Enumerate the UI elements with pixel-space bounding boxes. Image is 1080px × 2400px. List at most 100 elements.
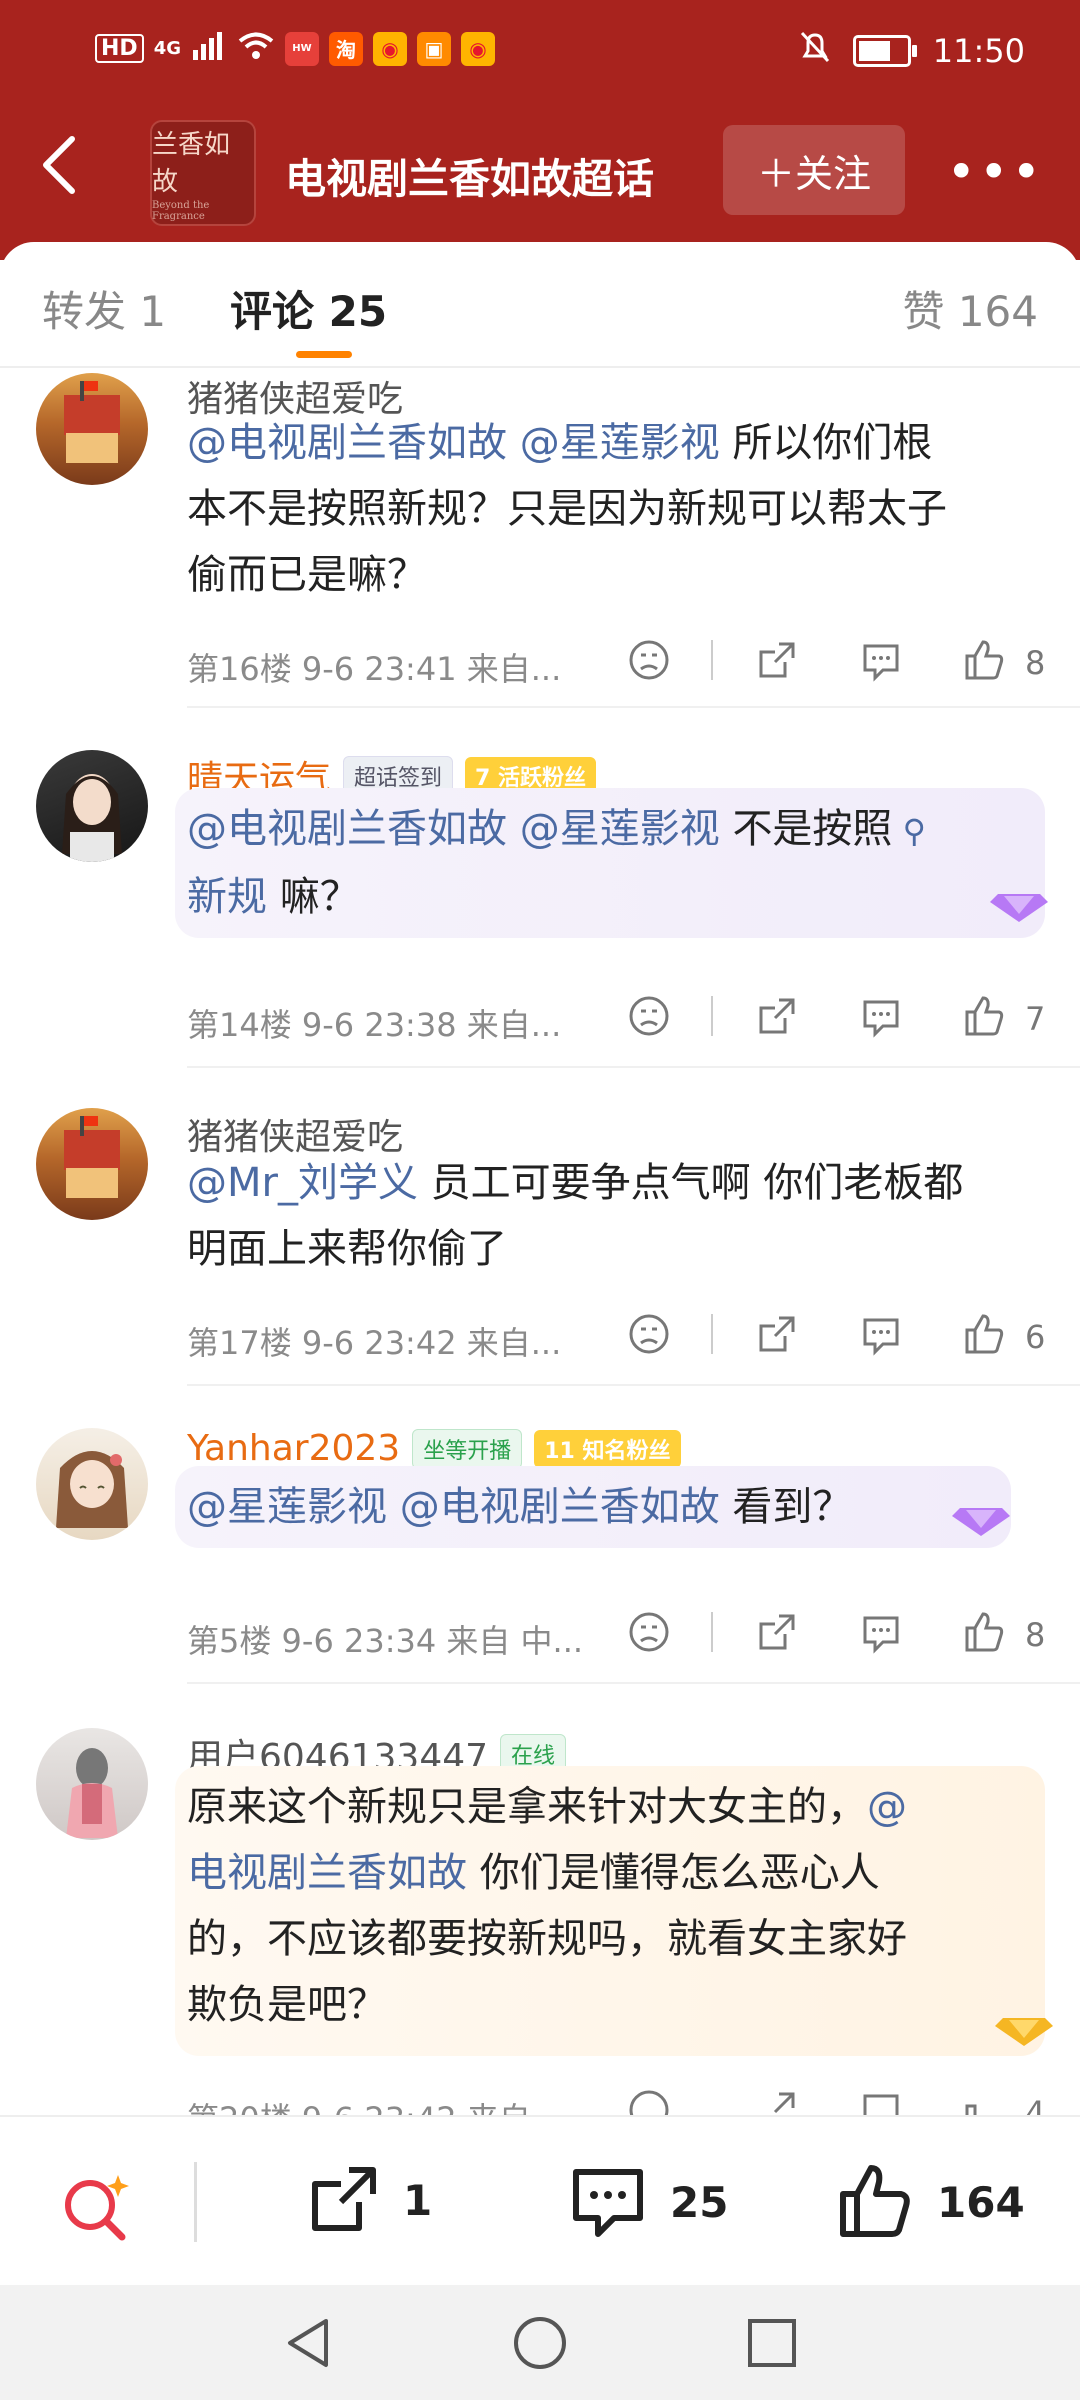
- weibo-icon: ◉: [373, 31, 407, 66]
- dislike-icon[interactable]: [627, 638, 671, 692]
- username[interactable]: Yanhar2023 坐等开播 11 知名粉丝: [187, 1428, 681, 1469]
- search-icon[interactable]: ⚲: [892, 812, 926, 850]
- mention-link[interactable]: @: [867, 1784, 907, 1830]
- tab-repost[interactable]: 转发 1: [42, 278, 166, 339]
- avatar[interactable]: [36, 750, 148, 862]
- nav-home-icon[interactable]: [512, 2315, 568, 2375]
- reply-icon[interactable]: [859, 2088, 903, 2115]
- like-count: 164: [937, 2177, 1025, 2227]
- status-bar: HD 4G HW 淘 ◉ ▣ ◉ 11:50: [0, 0, 1080, 105]
- huawei-icon: HW: [285, 31, 319, 66]
- avatar[interactable]: [36, 1428, 148, 1540]
- mention-link[interactable]: @星莲影视: [520, 806, 720, 852]
- floor-time-source: 第17楼 9-6 23:42 来自...: [187, 1324, 562, 1362]
- divider: [187, 1384, 1080, 1386]
- comment-meta: 第20楼 9-6 23:42 来自... 4: [187, 2088, 1047, 2115]
- diamond-icon: [952, 1508, 1010, 1536]
- battery-icon: [852, 35, 917, 67]
- reply-icon[interactable]: [859, 1610, 903, 1664]
- reply-icon[interactable]: [859, 994, 903, 1048]
- avatar[interactable]: [36, 1108, 148, 1220]
- like-icon[interactable]: [961, 2088, 1005, 2115]
- reply-icon[interactable]: [859, 1312, 903, 1366]
- header: HD 4G HW 淘 ◉ ▣ ◉ 11:50 兰香如故 Beyond the F…: [0, 0, 1080, 260]
- floor-time-source: 第5楼 9-6 23:34 来自 中...: [187, 1622, 584, 1660]
- mention-link[interactable]: @电视剧兰香如故: [187, 806, 507, 852]
- tab-bar: 转发 1 评论 25 赞 164: [0, 242, 1080, 368]
- divider: [711, 640, 713, 680]
- like-icon[interactable]: [961, 1610, 1005, 1664]
- dislike-icon[interactable]: [627, 1610, 671, 1664]
- dislike-icon[interactable]: [627, 1312, 671, 1366]
- comment-button[interactable]: 25: [568, 2162, 728, 2242]
- share-icon[interactable]: [755, 1312, 799, 1366]
- comment-meta: 第5楼 9-6 23:34 来自 中... 8: [187, 1610, 1047, 1660]
- floor-time-source: 第14楼 9-6 23:38 来自...: [187, 1006, 562, 1044]
- reply-icon[interactable]: [859, 638, 903, 692]
- nav-recents-icon[interactable]: [744, 2315, 800, 2375]
- comment-item: Yanhar2023 坐等开播 11 知名粉丝 @星莲影视 @电视剧兰香如故 看…: [0, 1388, 1080, 1688]
- mention-link[interactable]: @星莲影视: [187, 1484, 387, 1530]
- search-spark-icon[interactable]: [58, 2169, 134, 2249]
- comment-icon: [573, 2169, 643, 2237]
- divider: [711, 1314, 713, 1354]
- divider: [194, 2162, 197, 2242]
- comment-text: @电视剧兰香如故 @星莲影视 不是按照 ⚲ 新规 嘛？: [187, 806, 927, 920]
- nav-back-icon[interactable]: [280, 2315, 336, 2375]
- taobao-icon: 淘: [329, 31, 363, 66]
- comment-item: 晴天运气 超话签到 7 活跃粉丝 @电视剧兰香如故 @星莲影视 不是按照 ⚲ 新…: [0, 710, 1080, 1068]
- share-icon[interactable]: [755, 2088, 799, 2115]
- mention-link[interactable]: @Mr_刘学义: [187, 1160, 418, 1206]
- tab-likes[interactable]: 赞 164: [902, 278, 1038, 339]
- share-icon[interactable]: [755, 994, 799, 1048]
- repost-button[interactable]: 1: [305, 2162, 432, 2238]
- share-icon[interactable]: [755, 1610, 799, 1664]
- share-icon[interactable]: [755, 638, 799, 692]
- like-count: 7: [1025, 1000, 1046, 1038]
- like-count: 6: [1025, 1318, 1046, 1356]
- back-arrow-icon[interactable]: [38, 135, 78, 206]
- like-icon: [840, 2165, 910, 2237]
- more-options-icon[interactable]: •••: [947, 143, 1044, 201]
- gold-diamond-icon: [995, 2018, 1053, 2046]
- follow-button[interactable]: ＋关注: [723, 125, 905, 215]
- floor-time-source: 第16楼 9-6 23:41 来自...: [187, 650, 562, 688]
- comment-text: @星莲影视 @电视剧兰香如故 看到？: [187, 1484, 853, 1530]
- comment-count: 25: [670, 2177, 729, 2227]
- comment-text: 原来这个新规只是拿来针对大女主的，@ 电视剧兰香如故 你们是懂得怎么恶心人 的，…: [187, 1784, 907, 2028]
- comment-meta: 第16楼 9-6 23:41 来自... 8: [187, 638, 1047, 688]
- floor-time-source: 第20楼 9-6 23:42 来自...: [187, 2094, 561, 2115]
- divider: [711, 996, 713, 1036]
- search-link[interactable]: 新规: [187, 874, 267, 920]
- like-icon[interactable]: [961, 638, 1005, 692]
- dislike-icon[interactable]: [627, 994, 671, 1048]
- comment-meta: 第14楼 9-6 23:38 来自... 7: [187, 994, 1047, 1044]
- mention-link[interactable]: @电视剧兰香如故: [187, 420, 507, 466]
- diamond-icon: [990, 894, 1048, 922]
- like-count: 8: [1025, 1616, 1046, 1654]
- wifi-icon: [237, 30, 275, 67]
- comment-text: @电视剧兰香如故 @星莲影视 所以你们根 本不是按照新规？只是因为新规可以帮太子…: [187, 420, 947, 598]
- clock: 11:50: [932, 32, 1025, 70]
- system-navigation-bar: [0, 2285, 1080, 2400]
- like-icon[interactable]: [961, 1312, 1005, 1366]
- waiting-premiere-badge: 坐等开播: [412, 1428, 523, 1469]
- tab-comment[interactable]: 评论 25: [230, 278, 387, 339]
- mention-link[interactable]: 电视剧兰香如故: [187, 1850, 467, 1896]
- page-title[interactable]: 电视剧兰香如故超话: [285, 145, 654, 205]
- supertopic-logo[interactable]: 兰香如故 Beyond the Fragrance: [150, 120, 256, 226]
- comment-item: 猪猪侠超爱吃 @电视剧兰香如故 @星莲影视 所以你们根 本不是按照新规？只是因为…: [0, 370, 1080, 710]
- like-icon[interactable]: [961, 994, 1005, 1048]
- mention-link[interactable]: @电视剧兰香如故: [400, 1484, 720, 1530]
- like-button[interactable]: 164: [835, 2162, 1025, 2242]
- avatar[interactable]: [36, 1728, 148, 1840]
- share-icon: [312, 2167, 376, 2231]
- repost-count: 1: [403, 2175, 433, 2225]
- mention-link[interactable]: @星莲影视: [520, 420, 720, 466]
- avatar[interactable]: [36, 373, 148, 485]
- signal-label: 4G: [153, 38, 181, 59]
- dislike-icon[interactable]: [627, 2088, 671, 2115]
- like-count: 4: [1025, 2094, 1046, 2115]
- famous-fan-badge: 11 知名粉丝: [534, 1429, 681, 1468]
- nav-bar: 兰香如故 Beyond the Fragrance 电视剧兰香如故超话 ＋关注 …: [0, 105, 1080, 235]
